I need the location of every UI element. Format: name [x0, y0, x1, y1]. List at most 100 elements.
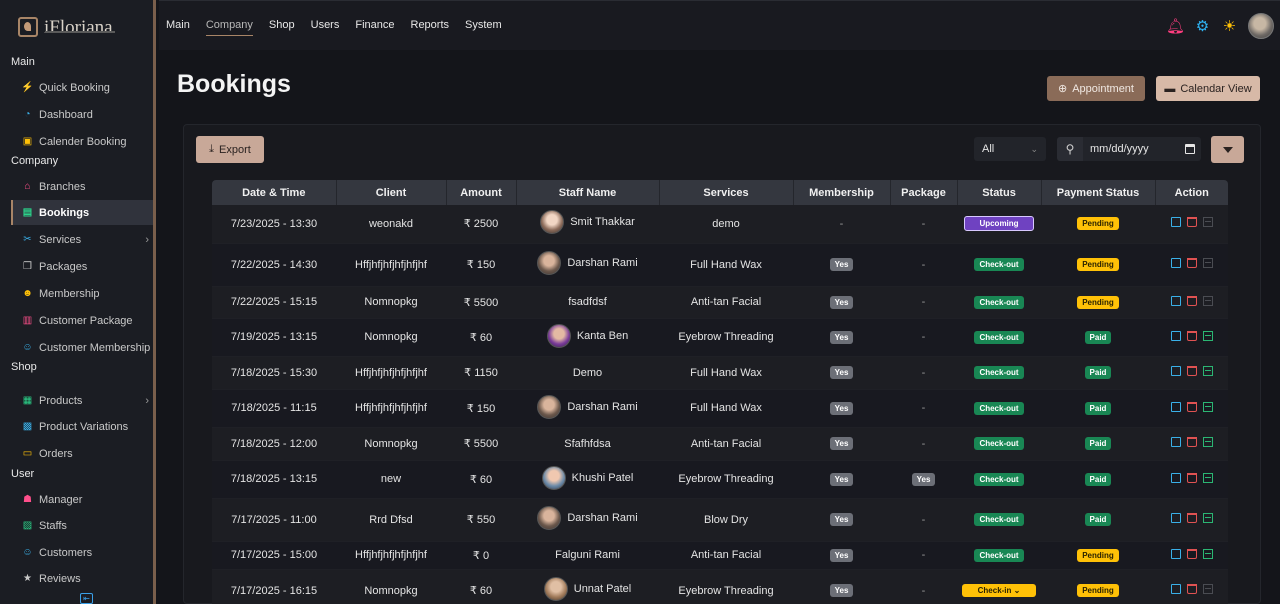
- edit-icon[interactable]: [1170, 366, 1181, 376]
- sidebar-item-manager[interactable]: ☗ Manager: [11, 487, 153, 512]
- topnav-company[interactable]: Company: [205, 19, 253, 36]
- bell-icon[interactable]: 🔔︎: [1166, 18, 1185, 35]
- table-row[interactable]: 7/18/2025 - 15:30 Hffjhfjhfjhfjhfjhf ₹ 115…: [212, 356, 1228, 390]
- sidebar-item-customers[interactable]: ☺ Customers: [11, 540, 153, 565]
- table-row[interactable]: 7/22/2025 - 14:30 Hffjhfjhfjhfjhfjhf ₹ 150…: [212, 243, 1228, 287]
- invoice-icon[interactable]: [1202, 437, 1213, 447]
- appointment-button[interactable]: ⊕ Appointment: [1047, 76, 1145, 101]
- edit-icon[interactable]: [1170, 330, 1181, 341]
- edit-icon[interactable]: [1170, 548, 1181, 559]
- table-row[interactable]: 7/18/2025 - 13:15 new ₹ 60 Khushi Patel Eyeb…: [212, 460, 1228, 499]
- trash-icon[interactable]: [1186, 330, 1197, 341]
- invoice-icon[interactable]: [1202, 513, 1213, 523]
- edit-icon[interactable]: [1170, 513, 1181, 523]
- gear-icon[interactable]: ⚙: [1194, 18, 1211, 35]
- invoice-icon[interactable]: [1202, 295, 1213, 306]
- filter-dropdown-button[interactable]: [1211, 136, 1244, 163]
- trash-icon[interactable]: [1186, 437, 1197, 447]
- sidebar-item-packages[interactable]: ❒ Packages: [11, 254, 153, 279]
- edit-icon[interactable]: [1170, 584, 1181, 594]
- column-header[interactable]: Staff Name: [516, 180, 660, 205]
- column-header[interactable]: Status: [957, 180, 1042, 205]
- sidebar-item-products[interactable]: ▦ Products ›: [11, 388, 153, 413]
- sidebar-item-customer-membership[interactable]: ☺ Customer Membership: [11, 335, 153, 360]
- edit-icon[interactable]: [1170, 295, 1181, 306]
- invoice-icon[interactable]: [1202, 548, 1213, 559]
- trash-icon[interactable]: [1186, 258, 1197, 268]
- brand-logo[interactable]: iFloriana: [18, 14, 113, 40]
- trash-icon[interactable]: [1186, 295, 1197, 306]
- trash-icon[interactable]: [1186, 472, 1197, 483]
- cell-service: Full Hand Wax: [659, 243, 793, 287]
- status-label: Check-out: [979, 297, 1019, 307]
- trash-icon[interactable]: [1186, 513, 1197, 523]
- table-row[interactable]: 7/17/2025 - 16:15 Nomnopkg ₹ 60 Unnat Patel…: [212, 569, 1228, 604]
- column-header[interactable]: Payment Status: [1041, 180, 1156, 205]
- invoice-icon[interactable]: [1202, 217, 1213, 228]
- user-avatar[interactable]: [1248, 13, 1274, 39]
- topnav-system[interactable]: System: [465, 19, 502, 36]
- invoice-icon[interactable]: [1202, 472, 1213, 483]
- date-input[interactable]: mm/dd/yyyy: [1083, 137, 1201, 161]
- column-header[interactable]: Date & Time: [212, 180, 337, 205]
- sidebar-item-reviews[interactable]: ★ Reviews: [11, 566, 153, 591]
- row-actions: [1170, 295, 1213, 306]
- table-row[interactable]: 7/17/2025 - 15:00 Hffjhfjhfjhfjhfjhf ₹ 0 Fa…: [212, 541, 1228, 570]
- sidebar-section-company: Company: [11, 155, 59, 167]
- edit-icon[interactable]: [1170, 437, 1181, 447]
- trash-icon[interactable]: [1186, 217, 1197, 228]
- invoice-icon[interactable]: [1202, 401, 1213, 412]
- sidebar-item-product-variations[interactable]: ▩ Product Variations: [11, 414, 153, 439]
- column-header[interactable]: Services: [659, 180, 794, 205]
- column-header[interactable]: Client: [336, 180, 447, 205]
- invoice-icon[interactable]: [1202, 330, 1213, 341]
- sidebar-item-calender-booking[interactable]: ▣ Calender Booking: [11, 129, 153, 154]
- table-row[interactable]: 7/18/2025 - 12:00 Nomnopkg ₹ 5500 Sfafhfdsa…: [212, 427, 1228, 461]
- table-row[interactable]: 7/18/2025 - 11:15 Hffjhfjhfjhfjhfjhf ₹ 150…: [212, 389, 1228, 428]
- cell-status: Check-in ⌄: [957, 569, 1041, 604]
- column-header[interactable]: Package: [890, 180, 958, 205]
- table-row[interactable]: 7/19/2025 - 13:15 Nomnopkg ₹ 60 Kanta Ben Ey…: [212, 318, 1228, 357]
- invoice-icon[interactable]: [1202, 366, 1213, 376]
- export-button[interactable]: ⤓ Export: [196, 136, 264, 163]
- topnav-shop[interactable]: Shop: [269, 19, 295, 36]
- column-header[interactable]: Action: [1155, 180, 1228, 205]
- page-title: Bookings: [177, 70, 291, 98]
- edit-icon[interactable]: [1170, 401, 1181, 412]
- table-row[interactable]: 7/22/2025 - 15:15 Nomnopkg ₹ 5500 fsadfdsf A…: [212, 286, 1228, 319]
- sidebar-item-dashboard[interactable]: ◔ Dashboard: [11, 102, 153, 127]
- topnav-finance[interactable]: Finance: [355, 19, 394, 36]
- table-row[interactable]: 7/17/2025 - 11:00 Rrd Dfsd ₹ 550 Darshan Ra…: [212, 498, 1228, 542]
- invoice-icon[interactable]: [1202, 258, 1213, 268]
- invoice-icon[interactable]: [1202, 584, 1213, 594]
- collapse-sidebar-icon[interactable]: ⇤: [80, 593, 93, 604]
- table-row[interactable]: 7/23/2025 - 13:30 weonakd ₹ 2500 Smit Thakk…: [212, 205, 1228, 244]
- payment-status-badge: Paid: [1084, 437, 1112, 450]
- edit-icon[interactable]: [1170, 217, 1181, 228]
- calendar-view-button[interactable]: ▬ Calendar View: [1156, 76, 1260, 101]
- topnav-users[interactable]: Users: [311, 19, 340, 36]
- search-icon[interactable]: ⚲: [1057, 137, 1083, 161]
- sidebar-item-bookings[interactable]: ▤ Bookings: [11, 200, 153, 225]
- trash-icon[interactable]: [1186, 366, 1197, 376]
- sidebar-item-quick-booking[interactable]: ⚡ Quick Booking: [11, 75, 153, 100]
- sidebar-item-branches[interactable]: ⌂ Branches: [11, 174, 153, 199]
- sidebar-item-services[interactable]: ✂ Services ›: [11, 227, 153, 252]
- topnav-reports[interactable]: Reports: [411, 19, 450, 36]
- status-filter-select[interactable]: All ⌄: [974, 137, 1046, 161]
- sidebar-item-orders[interactable]: ▭ Orders: [11, 441, 153, 466]
- trash-icon[interactable]: [1186, 401, 1197, 412]
- edit-icon[interactable]: [1170, 258, 1181, 268]
- edit-icon[interactable]: [1170, 472, 1181, 483]
- date-picker-icon[interactable]: [1185, 144, 1195, 154]
- status-badge[interactable]: Check-in ⌄: [961, 584, 1037, 597]
- trash-icon[interactable]: [1186, 584, 1197, 594]
- sidebar-item-staffs[interactable]: ▨ Staffs: [11, 513, 153, 538]
- trash-icon[interactable]: [1186, 548, 1197, 559]
- column-header[interactable]: Membership: [793, 180, 891, 205]
- sidebar-item-customer-package[interactable]: ▥ Customer Package: [11, 308, 153, 333]
- column-header[interactable]: Amount: [446, 180, 517, 205]
- sidebar-item-membership[interactable]: ☻ Membership: [11, 281, 153, 306]
- sun-icon[interactable]: ☀: [1221, 18, 1238, 35]
- topnav-main[interactable]: Main: [166, 19, 190, 36]
